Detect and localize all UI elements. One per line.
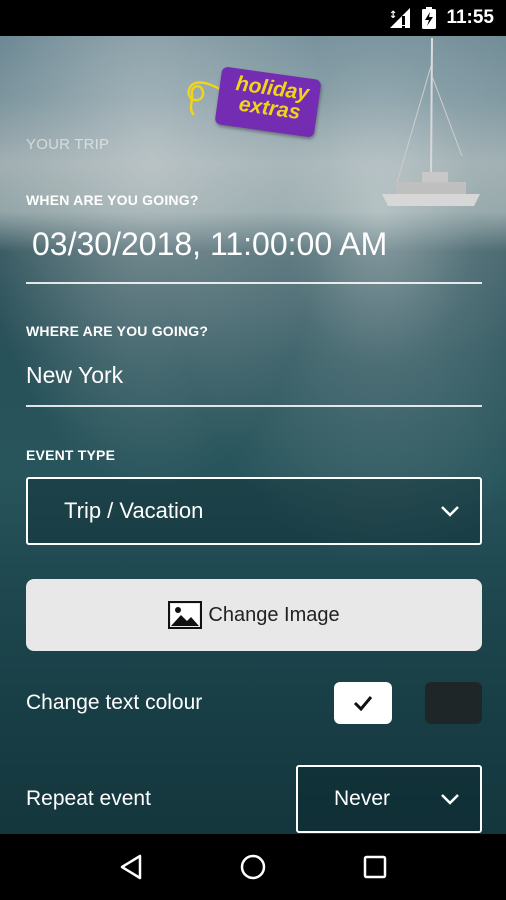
- checkmark-icon: [353, 696, 373, 711]
- date-underline: [26, 282, 482, 284]
- main-screen: holiday extras YOUR TRIP WHEN ARE YOU GO…: [0, 36, 506, 834]
- repeat-value: Never: [334, 787, 391, 810]
- back-button[interactable]: [111, 847, 151, 887]
- where-label: WHERE ARE YOU GOING?: [26, 323, 209, 339]
- image-icon: [168, 601, 203, 629]
- change-image-button[interactable]: Change Image: [26, 579, 482, 651]
- colour-swatch-dark[interactable]: [425, 682, 482, 724]
- chevron-down-icon: [441, 506, 459, 517]
- when-label: WHEN ARE YOU GOING?: [26, 192, 199, 208]
- chevron-down-icon: [441, 794, 459, 805]
- status-bar: ↕ 11:55: [0, 0, 506, 36]
- back-icon: [120, 854, 142, 880]
- event-type-label: EVENT TYPE: [26, 447, 116, 463]
- change-image-label: Change Image: [208, 603, 340, 626]
- destination-underline: [26, 405, 482, 407]
- section-title: YOUR TRIP: [26, 136, 110, 153]
- battery-charging-icon: [422, 7, 437, 29]
- holiday-extras-logo: holiday extras: [184, 66, 324, 147]
- navigation-bar: [0, 834, 506, 900]
- repeat-select[interactable]: Never: [296, 765, 482, 833]
- destination-input[interactable]: New York: [26, 362, 123, 389]
- colour-swatch-white[interactable]: [334, 682, 392, 724]
- home-button[interactable]: [233, 847, 273, 887]
- repeat-label: Repeat event: [26, 787, 151, 810]
- signal-icon: ↕: [388, 7, 412, 29]
- svg-text:↕: ↕: [389, 10, 397, 21]
- home-icon: [240, 854, 266, 880]
- recents-icon: [363, 855, 387, 879]
- date-time-input[interactable]: 03/30/2018, 11:00:00 AM: [32, 226, 387, 263]
- recents-button[interactable]: [355, 847, 395, 887]
- event-type-value: Trip / Vacation: [64, 498, 204, 523]
- sailboat-background: [382, 37, 480, 206]
- text-colour-label: Change text colour: [26, 691, 203, 714]
- status-time: 11:55: [446, 7, 494, 28]
- event-type-select[interactable]: Trip / Vacation: [26, 477, 482, 545]
